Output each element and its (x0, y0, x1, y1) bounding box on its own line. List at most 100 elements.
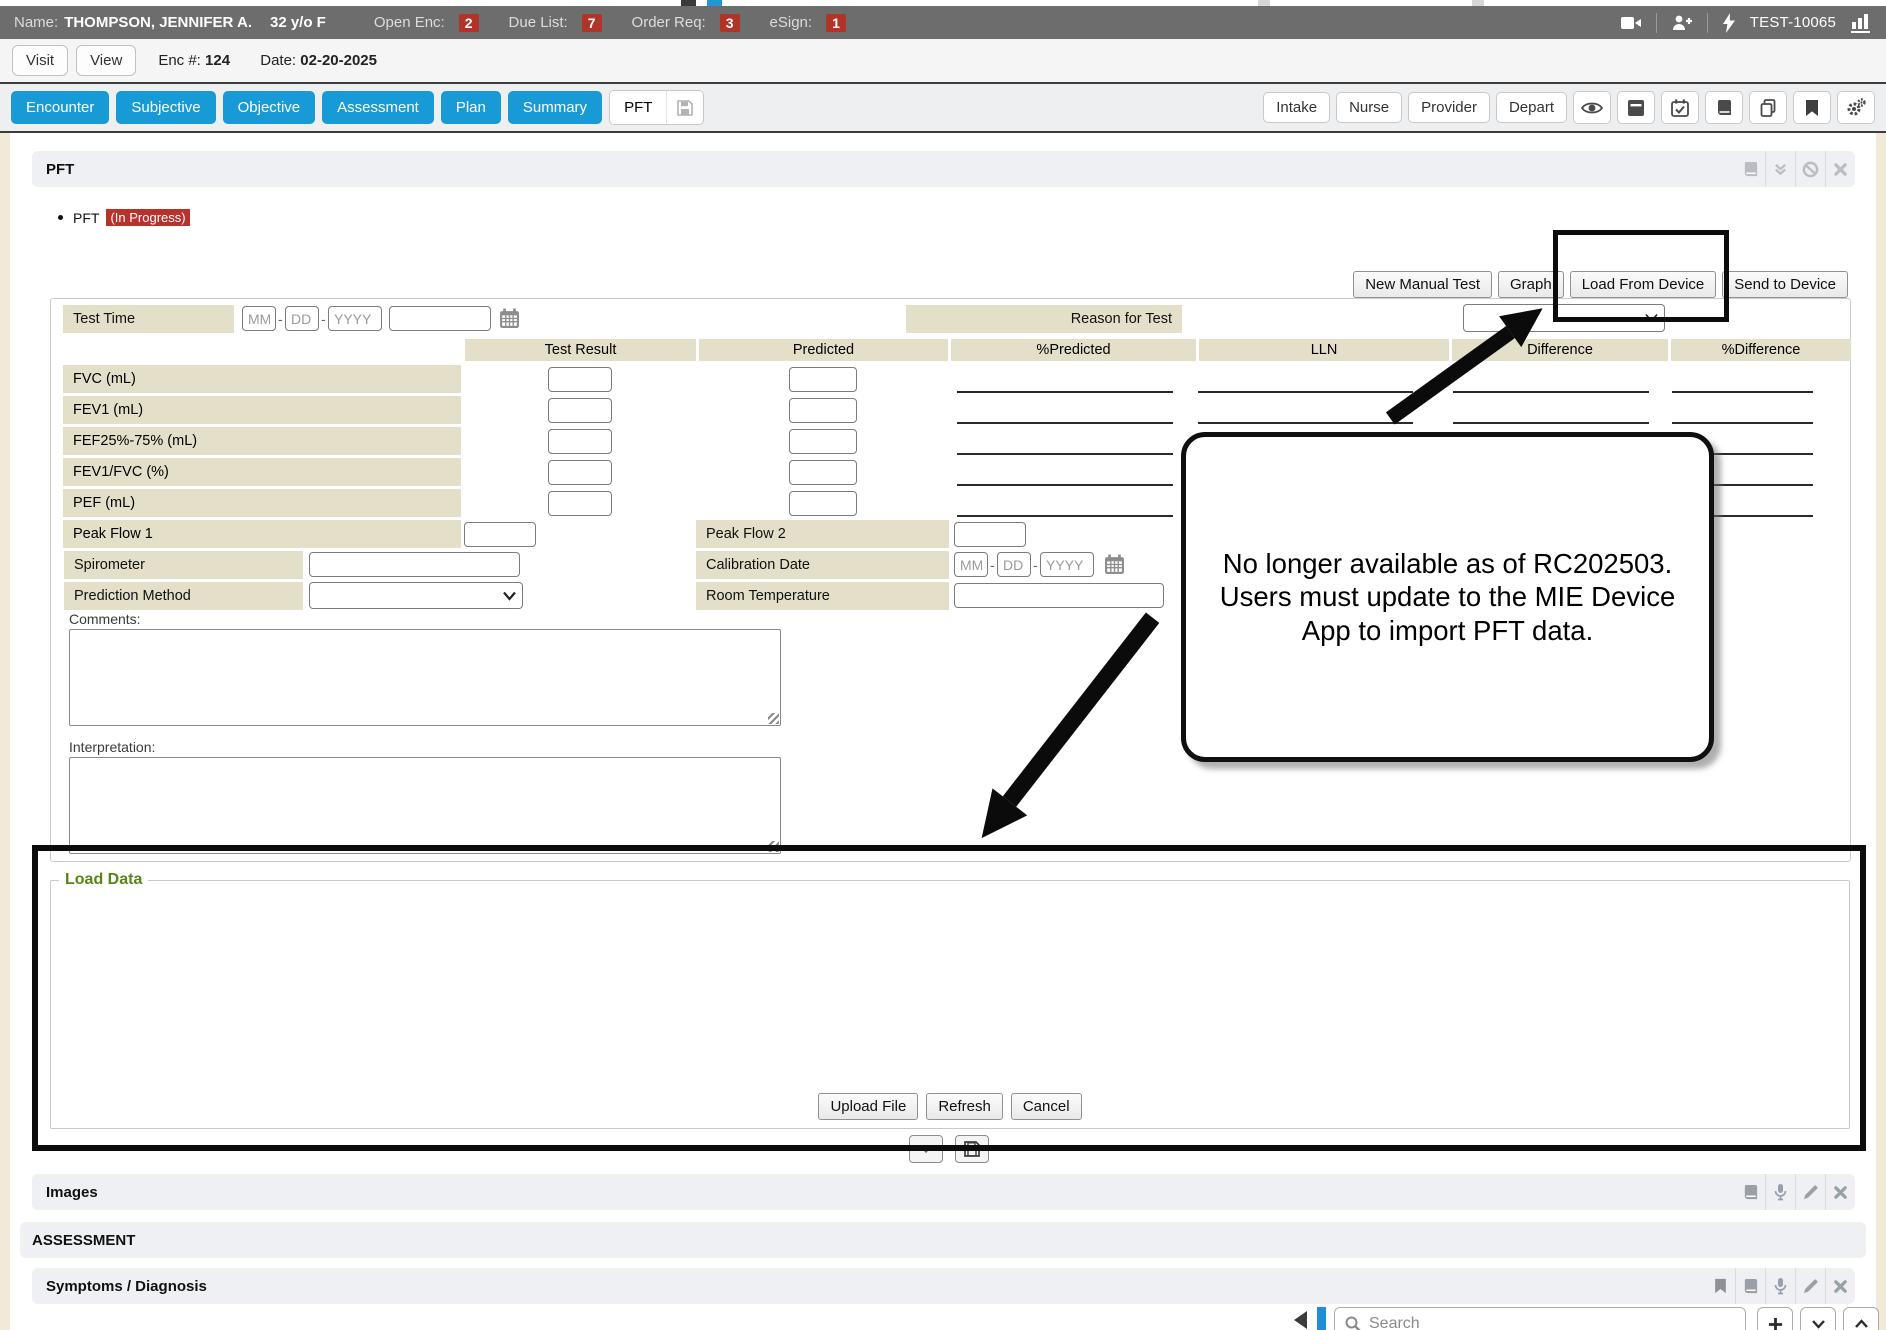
calendar-check-button[interactable] (1661, 91, 1699, 124)
calibration-month-input[interactable] (954, 552, 988, 577)
move-down-button[interactable] (1800, 1307, 1836, 1330)
annotation-box-load-from-device (1553, 230, 1729, 322)
date-dash: - (278, 311, 283, 327)
prediction-method-select[interactable] (309, 582, 523, 609)
test-year-input[interactable] (328, 306, 382, 331)
fef-pct-predicted-line (957, 453, 1173, 455)
edit-pencil-icon[interactable] (1795, 1268, 1825, 1304)
tab-encounter[interactable]: Encounter (11, 91, 109, 124)
order-req-counter[interactable]: Order Req: 3 (632, 14, 740, 32)
provider-button[interactable]: Provider (1408, 92, 1490, 123)
enc-date-value: 02-20-2025 (300, 52, 377, 69)
date-dash: - (1033, 557, 1038, 573)
send-to-device-button[interactable]: Send to Device (1722, 271, 1848, 298)
microphone-icon[interactable] (1765, 1268, 1795, 1304)
due-list-counter[interactable]: Due List: 7 (509, 14, 602, 32)
resize-grip-icon[interactable] (768, 713, 779, 724)
tab-subjective[interactable]: Subjective (116, 91, 215, 124)
eye-preview-button[interactable] (1573, 91, 1611, 124)
patient-name: THOMPSON, JENNIFER A. (64, 14, 252, 31)
book-icon[interactable] (1735, 151, 1765, 187)
close-icon[interactable] (1825, 1268, 1855, 1304)
disable-circle-slash-icon[interactable] (1795, 151, 1825, 187)
pef-predicted-input[interactable] (789, 491, 857, 516)
pef-test-result-input[interactable] (548, 491, 612, 516)
collapse-double-chevron-icon[interactable] (1765, 151, 1795, 187)
bullet-icon (58, 215, 63, 220)
archive-box-button[interactable] (1617, 91, 1655, 124)
calibration-year-input[interactable] (1040, 552, 1094, 577)
interpretation-textarea[interactable] (69, 757, 781, 854)
previous-arrow-button[interactable] (1294, 1311, 1307, 1329)
fvc-pct-difference-line (1672, 391, 1813, 393)
fev1-predicted-input[interactable] (789, 398, 857, 423)
test-day-input[interactable] (285, 306, 319, 331)
test-month-input[interactable] (242, 306, 276, 331)
bookmark-icon[interactable] (1705, 1268, 1735, 1304)
lightning-icon[interactable] (1722, 13, 1736, 33)
tab-objective[interactable]: Objective (223, 91, 316, 124)
edit-pencil-icon[interactable] (1795, 1174, 1825, 1210)
intake-button[interactable]: Intake (1263, 92, 1330, 123)
due-list-label: Due List: (509, 14, 568, 31)
topbar-divider (1707, 13, 1708, 33)
new-manual-test-button[interactable]: New Manual Test (1353, 271, 1492, 298)
nurse-button[interactable]: Nurse (1336, 92, 1402, 123)
application-window: Name: THOMPSON, JENNIFER A. 32 y/o F Ope… (0, 0, 1886, 1330)
topbar-divider (1656, 13, 1657, 33)
esign-counter[interactable]: eSign: 1 (770, 14, 846, 32)
fev1-difference-line (1453, 422, 1649, 424)
add-diagnosis-button[interactable] (1757, 1307, 1793, 1330)
fev1fvc-test-result-input[interactable] (548, 460, 612, 485)
save-tab-icon[interactable] (667, 100, 703, 116)
fef-predicted-input[interactable] (789, 429, 857, 454)
copy-pages-button[interactable] (1749, 91, 1787, 124)
fev1fvc-predicted-input[interactable] (789, 460, 857, 485)
spirometer-input[interactable] (309, 552, 520, 577)
move-up-button[interactable] (1843, 1307, 1879, 1330)
fvc-predicted-input[interactable] (789, 367, 857, 392)
calendar-icon[interactable] (499, 308, 520, 334)
pft-status-link[interactable]: PFT (73, 210, 99, 226)
fvc-test-result-input[interactable] (548, 367, 612, 392)
depart-button[interactable]: Depart (1496, 92, 1567, 123)
esign-badge[interactable]: 1 (826, 14, 846, 32)
tab-pft-active[interactable]: PFT (609, 90, 704, 125)
due-list-badge[interactable]: 7 (582, 14, 602, 32)
peak-flow-1-input[interactable] (464, 522, 536, 547)
fef-test-result-input[interactable] (548, 429, 612, 454)
tab-summary[interactable]: Summary (508, 91, 602, 124)
add-user-icon[interactable] (1671, 14, 1693, 32)
view-button[interactable]: View (76, 45, 136, 76)
calibration-day-input[interactable] (997, 552, 1031, 577)
order-req-badge[interactable]: 3 (720, 14, 740, 32)
open-enc-counter[interactable]: Open Enc: 2 (374, 14, 479, 32)
close-icon[interactable] (1825, 151, 1855, 187)
open-enc-badge[interactable]: 2 (459, 14, 479, 32)
diagnosis-search-input[interactable]: Search (1334, 1307, 1746, 1330)
col-test-result: Test Result (465, 339, 696, 361)
book-icon[interactable] (1735, 1268, 1765, 1304)
assessment-section-header: ASSESSMENT (20, 1222, 1866, 1258)
test-time-input[interactable] (389, 306, 491, 331)
microphone-icon[interactable] (1765, 1174, 1795, 1210)
book-icon[interactable] (1735, 1174, 1765, 1210)
video-call-icon[interactable] (1620, 14, 1642, 32)
book-button[interactable] (1705, 91, 1743, 124)
peak-flow-2-input[interactable] (954, 522, 1026, 547)
patient-age-sex: 32 y/o F (270, 14, 326, 31)
close-icon[interactable] (1825, 1174, 1855, 1210)
room-temperature-input[interactable] (954, 583, 1164, 608)
visit-button[interactable]: Visit (12, 45, 68, 76)
bookmark-button[interactable] (1793, 91, 1831, 124)
annotation-callout: No longer available as of RC202503. User… (1181, 432, 1714, 762)
settings-gears-button[interactable] (1837, 91, 1875, 124)
tab-assessment[interactable]: Assessment (322, 91, 434, 124)
calendar-icon[interactable] (1104, 554, 1125, 580)
flowsheet-chart-icon[interactable] (1850, 13, 1872, 33)
encounter-bar: Visit View Enc #: 124 Date: 02-20-2025 (0, 39, 1886, 82)
comments-textarea[interactable] (69, 629, 781, 726)
room-temperature-label: Room Temperature (696, 582, 949, 610)
fev1-test-result-input[interactable] (548, 398, 612, 423)
tab-plan[interactable]: Plan (441, 91, 501, 124)
